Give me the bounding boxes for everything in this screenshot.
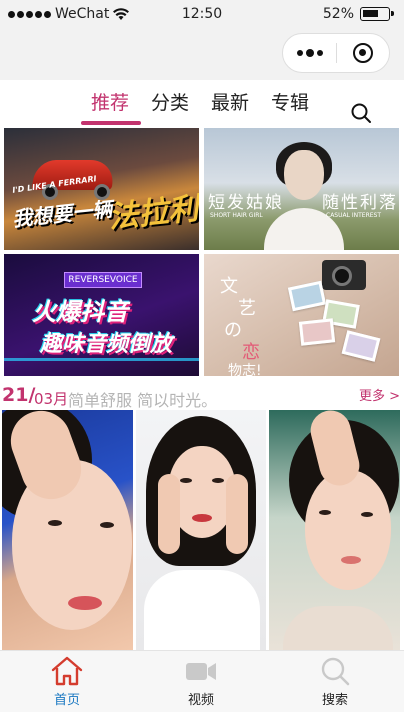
dot-icon [316,50,323,56]
close-mini-program-button[interactable] [337,34,389,72]
gallery-photo[interactable] [2,410,133,650]
dress-illustration [144,570,260,650]
lips-illustration [341,556,361,564]
daily-section-header: 21/ 03月 简单舒服 简以时光。 更多 > [0,382,404,410]
tab-album[interactable]: 专辑 [271,88,309,115]
battery-percent: 52% [322,6,354,22]
title-area [0,30,404,80]
lips-illustration [192,514,212,522]
section-month: 03月 [34,390,69,408]
battery-icon [360,7,394,21]
bottom-tab-bar: 首页 视频 搜索 [0,650,404,712]
polaroid-illustration [287,280,327,312]
eye-illustration [100,522,114,528]
search-icon [321,657,350,686]
banner-char: 物志! [228,363,262,376]
banner-headline: 我想要一辆 [11,196,114,232]
category-nav: 推荐 分类 最新 专辑 [0,80,404,126]
status-right: 52% [322,6,394,22]
decorative-stripe [4,358,199,361]
tabbar-item-video[interactable]: 视频 [134,651,268,712]
section-title: 简单舒服 简以时光。 [68,391,218,410]
banner-headline: 趣味音频倒放 [40,332,173,357]
banner-headline-accent: 法拉利 [106,191,199,236]
banner-subtext: CASUAL INTEREST [326,212,381,219]
banner-tag: REVERSEVOICE [64,272,142,288]
mini-program-capsule [282,33,390,73]
face-illustration [284,150,324,200]
face-illustration [305,470,391,590]
eye-illustration [361,512,373,517]
tabbar-label: 视频 [187,693,214,708]
section-day: 21/ [2,384,36,406]
video-camera-icon [186,663,216,680]
tabbar-item-search[interactable]: 搜索 [268,651,402,712]
polaroid-illustration [298,318,336,346]
banner-subtext: SHORT HAIR GIRL [210,212,263,219]
tab-recommend[interactable]: 推荐 [91,88,129,115]
tabbar-label: 搜索 [321,693,348,708]
eye-illustration [319,510,331,515]
dot-icon [305,49,314,57]
camera-lens-illustration [332,266,352,286]
banner-headline: 随性利落 [322,193,398,213]
eye-illustration [48,520,62,526]
more-link[interactable]: 更多 > [359,385,400,404]
tab-category[interactable]: 分类 [151,88,189,115]
lips-illustration [68,596,102,610]
dot-icon [296,50,303,56]
more-menu-button[interactable] [283,34,336,72]
gallery-photo[interactable] [269,410,400,650]
banner-literary[interactable]: 文 艺 の 恋 物志! [204,254,399,376]
status-bar: WeChat 12:50 52% [0,0,404,30]
banner-headline: 短发姑娘 [208,193,284,213]
search-icon[interactable] [350,102,372,124]
banner-char: 文 [220,276,238,297]
gallery-photo[interactable] [136,410,266,650]
active-tab-indicator [81,121,141,125]
eye-illustration [212,478,224,483]
hand-illustration [226,474,248,554]
tabbar-item-home[interactable]: 首页 [0,651,134,712]
polaroid-illustration [341,330,381,362]
tabbar-label: 首页 [53,693,80,708]
banner-short-hair[interactable]: 短发姑娘 随性利落 SHORT HAIR GIRL CASUAL INTERES… [204,128,399,250]
home-icon [51,656,83,686]
hand-illustration [158,474,180,554]
banner-char: の [224,320,242,341]
banner-headline: 火爆抖音 [32,298,128,326]
banner-ferrari[interactable]: I'D LIKE A FERRARI 我想要一辆 法拉利 [4,128,199,250]
clothing-illustration [283,606,393,650]
eye-illustration [180,478,192,483]
tab-latest[interactable]: 最新 [211,88,249,115]
banner-reverse-voice[interactable]: REVERSEVOICE 火爆抖音 趣味音频倒放 [4,254,199,376]
close-target-icon [352,43,373,63]
